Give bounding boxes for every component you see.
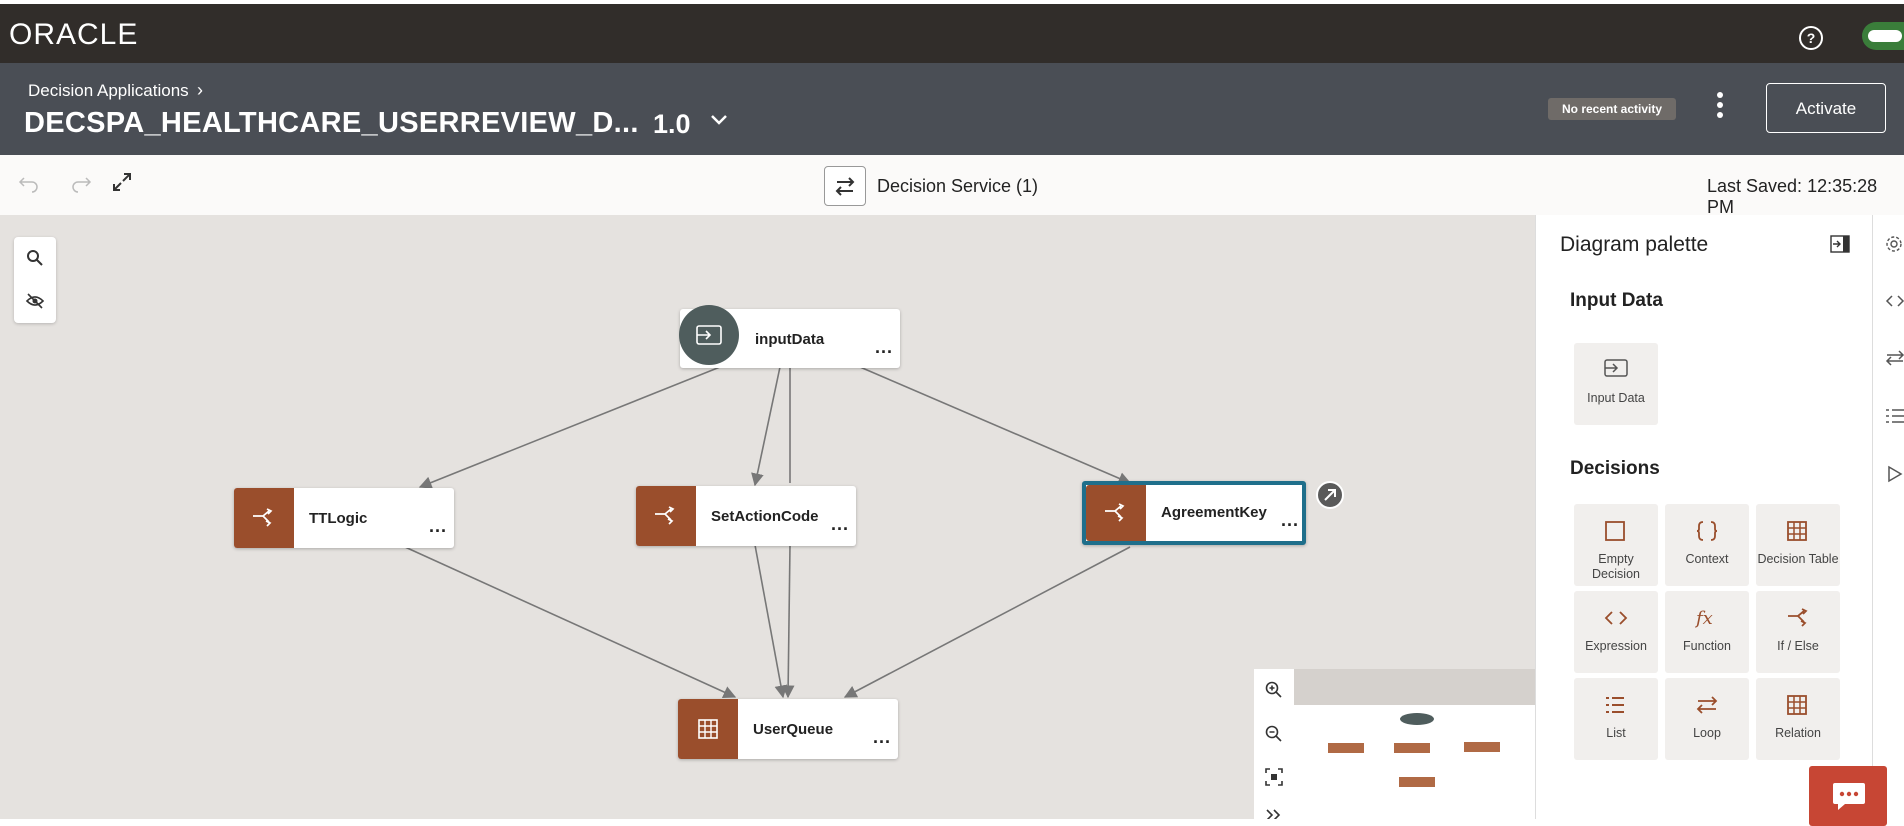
palette-tile-expression[interactable]: Expression xyxy=(1574,591,1658,673)
palette-tile-list[interactable]: List xyxy=(1574,678,1658,760)
palette-tile-loop[interactable]: Loop xyxy=(1665,678,1749,760)
page-title: DECSPA_HEALTHCARE_USERREVIEW_D... xyxy=(24,107,639,139)
palette-tile-label: Decision Table xyxy=(1757,552,1839,566)
palette-tile-label: If / Else xyxy=(1777,639,1819,653)
input-data-icon xyxy=(1604,359,1628,377)
play-icon[interactable] xyxy=(1887,465,1903,483)
minimap-preview xyxy=(1328,713,1500,787)
code-icon xyxy=(1604,611,1628,625)
list-icon[interactable] xyxy=(1885,407,1904,425)
palette-title: Diagram palette xyxy=(1560,233,1709,256)
if-else-icon xyxy=(636,486,696,546)
empty-decision-icon xyxy=(1605,521,1625,541)
connector-handle-icon[interactable] xyxy=(1316,481,1344,509)
activate-button[interactable]: Activate xyxy=(1766,83,1886,133)
palette-section-input: Input Data xyxy=(1570,290,1663,311)
page-header: Decision Applications › DECSPA_HEALTHCAR… xyxy=(0,63,1904,155)
gear-icon[interactable] xyxy=(1885,235,1903,253)
node-more-icon[interactable]: ... xyxy=(875,337,893,358)
last-saved-status: Last Saved: 12:35:28 PM xyxy=(1707,176,1878,217)
node-more-icon[interactable]: ... xyxy=(873,727,891,748)
diagram-canvas[interactable]: inputData ... TTLogic ... SetActionCode … xyxy=(0,215,1535,819)
if-else-icon xyxy=(1086,485,1146,541)
help-icon[interactable]: ? xyxy=(1799,26,1823,50)
decision-service-button[interactable] xyxy=(824,166,866,206)
activity-badge: No recent activity xyxy=(1548,98,1677,120)
chat-button[interactable] xyxy=(1809,766,1887,826)
node-label-setactioncode: SetActionCode xyxy=(711,508,819,525)
zoom-tools xyxy=(1254,669,1294,819)
decision-node-ttlogic[interactable]: TTLogic ... xyxy=(234,488,454,548)
palette-tile-if-else[interactable]: If / Else xyxy=(1756,591,1840,673)
decision-node-userqueue[interactable]: UserQueue ... xyxy=(678,699,898,759)
expand-icon[interactable] xyxy=(110,170,134,194)
palette-tile-label: Relation xyxy=(1775,726,1821,740)
if-else-icon xyxy=(1788,608,1808,627)
decision-table-icon xyxy=(1787,521,1807,541)
palette-tile-label: Context xyxy=(1685,552,1729,566)
svg-text:fx: fx xyxy=(1695,608,1713,629)
if-else-icon xyxy=(234,488,294,548)
palette-tile-label: Empty Decision xyxy=(1592,552,1640,581)
function-icon: fx xyxy=(1695,608,1713,629)
swap-icon[interactable] xyxy=(1885,350,1904,366)
input-data-node[interactable]: inputData ... xyxy=(679,305,900,368)
palette-tile-input-data[interactable]: Input Data xyxy=(1574,343,1658,425)
collapse-panel-icon[interactable] xyxy=(1830,235,1850,253)
node-label-agreementkey: AgreementKey xyxy=(1161,504,1267,521)
palette-tile-label: Input Data xyxy=(1587,391,1645,405)
palette-tile-empty-decision[interactable]: Empty Decision xyxy=(1574,504,1658,586)
decision-table-icon xyxy=(678,699,738,759)
chevron-down-icon[interactable] xyxy=(710,113,728,127)
breadcrumb-decision-applications[interactable]: Decision Applications xyxy=(28,81,189,101)
palette-tile-decision-table[interactable]: Decision Table xyxy=(1756,504,1840,586)
code-icon[interactable] xyxy=(1885,293,1904,309)
relation-icon xyxy=(1787,695,1807,715)
node-label-ttlogic: TTLogic xyxy=(309,510,368,527)
top-bar: ORACLE ? xyxy=(0,0,1904,63)
node-more-icon[interactable]: ... xyxy=(429,516,447,537)
user-avatar[interactable] xyxy=(1862,22,1904,50)
palette-tile-relation[interactable]: Relation xyxy=(1756,678,1840,760)
version-select[interactable]: 1.0 xyxy=(653,109,691,140)
chat-icon xyxy=(1833,783,1865,810)
decision-node-agreementkey[interactable]: AgreementKey ... xyxy=(1082,481,1306,545)
palette-tile-context[interactable]: Context xyxy=(1665,504,1749,586)
oracle-logo: ORACLE xyxy=(9,18,139,51)
redo-icon[interactable] xyxy=(70,173,92,193)
loop-icon xyxy=(1696,696,1718,714)
minimap[interactable] xyxy=(1294,669,1535,819)
zoom-out-icon[interactable] xyxy=(1265,725,1283,743)
list-icon xyxy=(1606,697,1624,713)
curly-braces-icon xyxy=(1696,521,1718,541)
decision-node-setactioncode[interactable]: SetActionCode ... xyxy=(636,486,856,546)
node-more-icon[interactable]: ... xyxy=(1281,510,1299,531)
palette-tile-label: Loop xyxy=(1693,726,1721,740)
node-more-icon[interactable]: ... xyxy=(831,514,849,535)
palette-tile-label: List xyxy=(1606,726,1626,740)
more-actions-icon[interactable] xyxy=(1712,91,1728,119)
diagram-palette: Diagram palette Input Data Input Data De… xyxy=(1535,215,1873,819)
palette-tile-function[interactable]: fx Function xyxy=(1665,591,1749,673)
minimap-header xyxy=(1294,669,1535,705)
palette-section-decisions: Decisions xyxy=(1570,458,1660,479)
fit-to-screen-icon[interactable] xyxy=(1265,768,1283,786)
double-chevron-icon[interactable] xyxy=(1265,809,1283,819)
node-label-userqueue: UserQueue xyxy=(753,721,834,738)
input-data-icon xyxy=(679,305,739,365)
chevron-right-icon: › xyxy=(197,80,203,100)
palette-tile-label: Function xyxy=(1683,639,1731,653)
right-rail xyxy=(1872,215,1904,819)
palette-tile-label: Expression xyxy=(1585,639,1647,653)
node-label-input: inputData xyxy=(755,331,825,348)
diagram-toolbar: Decision Service (1) Last Saved: 12:35:2… xyxy=(0,155,1904,217)
zoom-in-icon[interactable] xyxy=(1265,681,1283,699)
decision-service-label: Decision Service (1) xyxy=(877,176,1039,196)
undo-icon[interactable] xyxy=(18,173,40,193)
